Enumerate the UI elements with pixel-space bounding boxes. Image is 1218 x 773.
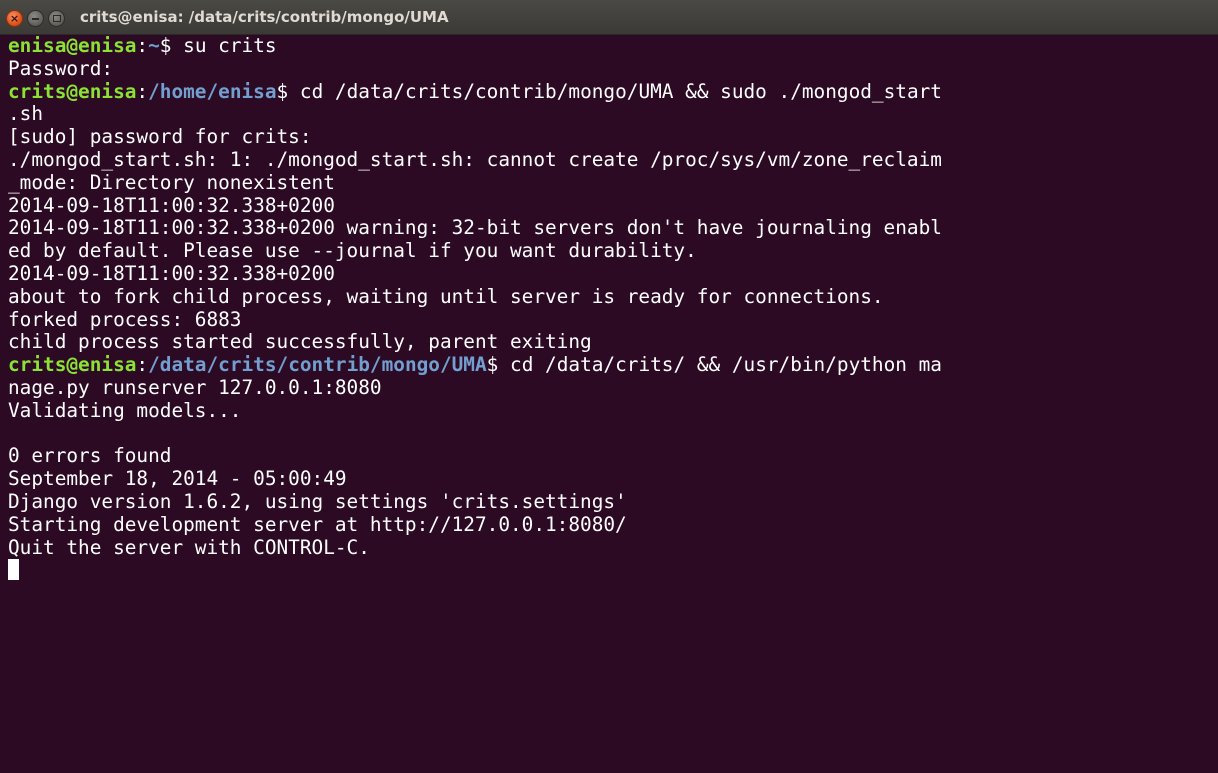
terminal-line: ed by default. Please use --journal if y…: [8, 240, 697, 263]
terminal-line: child process started successfully, pare…: [8, 331, 592, 354]
terminal-line: Password:: [8, 57, 114, 80]
prompt-path: ~: [148, 35, 160, 57]
command-text: cd /data/crits/contrib/mongo/UMA && sudo…: [288, 80, 942, 103]
prompt-separator: :: [136, 35, 149, 57]
prompt-path: /data/crits/contrib/mongo/UMA: [148, 354, 487, 377]
terminal-line: nage.py runserver 127.0.0.1:8080: [8, 376, 382, 399]
terminal-line: enisa@enisa:~$ su crits: [8, 35, 1218, 58]
terminal-line: 2014-09-18T11:00:32.338+0200 warning: 32…: [8, 217, 942, 240]
terminal-line: _mode: Directory nonexistent: [8, 171, 335, 194]
terminal-line: 2014-09-18T11:00:32.338+0200: [8, 262, 335, 285]
prompt-path: /home/enisa: [148, 80, 277, 103]
maximize-icon[interactable]: [48, 10, 65, 27]
terminal-line: about to fork child process, waiting unt…: [8, 285, 884, 308]
terminal-line: ./mongod_start.sh: 1: ./mongod_start.sh:…: [8, 148, 942, 171]
terminal-line: [sudo] password for crits:: [8, 126, 312, 149]
close-icon[interactable]: ×: [6, 10, 23, 27]
prompt-separator: :: [136, 354, 149, 377]
prompt-sign: $: [486, 354, 499, 377]
terminal-line: Validating models...: [8, 399, 242, 422]
prompt-user: crits@enisa: [8, 80, 137, 103]
minimize-icon[interactable]: [27, 10, 44, 27]
terminal-line: crits@enisa:/data/crits/contrib/mongo/UM…: [8, 354, 1218, 377]
prompt-sign: $: [276, 80, 289, 103]
title-bar[interactable]: × crits@enisa: /data/crits/contrib/mongo…: [0, 0, 1218, 35]
terminal-output[interactable]: enisa@enisa:~$ su crits Password: crits@…: [0, 35, 1218, 773]
terminal-line: 2014-09-18T11:00:32.338+0200: [8, 194, 335, 217]
close-glyph: ×: [9, 12, 20, 25]
terminal-window: × crits@enisa: /data/crits/contrib/mongo…: [0, 0, 1218, 773]
text-cursor: [8, 559, 19, 581]
command-text: su crits: [171, 35, 277, 57]
terminal-line: .sh: [8, 103, 44, 126]
prompt-user: enisa@enisa: [8, 35, 137, 57]
prompt-user: crits@enisa: [8, 354, 137, 377]
terminal-line: [8, 559, 1218, 582]
terminal-line: crits@enisa:/home/enisa$ cd /data/crits/…: [8, 81, 1218, 104]
terminal-line: forked process: 6883: [8, 308, 242, 331]
prompt-sign: $: [159, 35, 172, 57]
terminal-line: 0 errors found: [8, 445, 172, 468]
terminal-line: Django version 1.6.2, using settings 'cr…: [8, 490, 627, 513]
prompt-separator: :: [136, 80, 149, 103]
terminal-line: Quit the server with CONTROL-C.: [8, 536, 370, 559]
command-text: cd /data/crits/ && /usr/bin/python ma: [498, 354, 942, 377]
terminal-line: Starting development server at http://12…: [8, 513, 627, 536]
window-title: crits@enisa: /data/crits/contrib/mongo/U…: [80, 8, 449, 26]
terminal-line: September 18, 2014 - 05:00:49: [8, 468, 347, 491]
